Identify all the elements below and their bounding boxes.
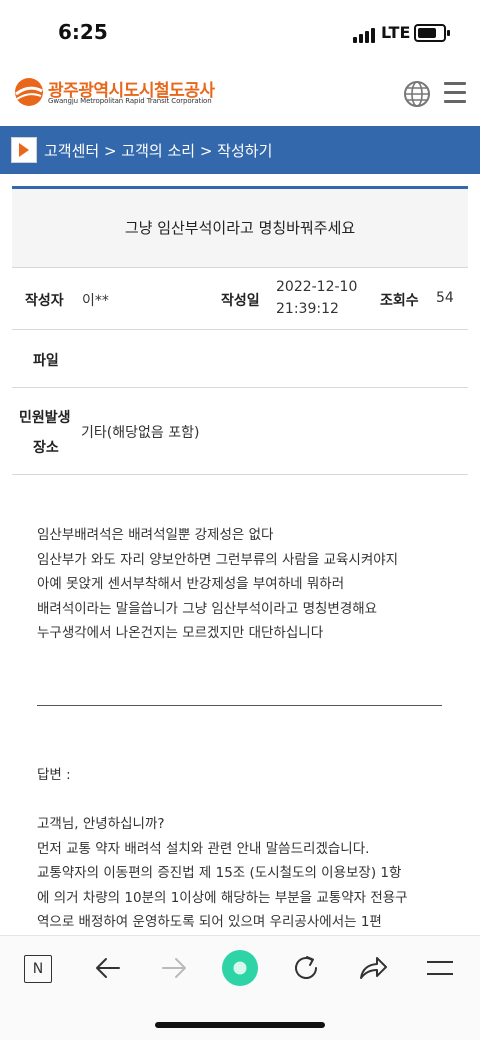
answer-line: 교통약자의 이동편의 증진법 제 15조 (도시철도의 이용보장) 1항	[37, 865, 402, 881]
status-bar: 6:25 LTE	[0, 0, 480, 62]
views-value: 54	[436, 290, 454, 306]
place-value: 기타(해당없음 포함)	[81, 425, 200, 441]
network-type: LTE	[381, 23, 411, 42]
status-time: 6:25	[58, 20, 108, 44]
body-line: 임산부배려석은 배려석일뿐 강제성은 없다	[37, 527, 274, 543]
breadcrumb-text[interactable]: 고객센터 > 고객의 소리 > 작성하기	[44, 140, 272, 161]
place-label-line1: 민원발생	[19, 410, 71, 426]
divider	[37, 705, 442, 706]
refresh-icon[interactable]	[291, 951, 321, 985]
author-value: 이**	[82, 293, 109, 309]
file-row: 파일	[12, 330, 468, 388]
date-label: 작성일	[221, 293, 260, 309]
answer-line: 에 의거 차량의 10분의 1이상에 해당하는 부분을 교통약자 전용구	[37, 889, 408, 906]
signal-icon	[353, 24, 377, 43]
share-icon[interactable]	[357, 951, 389, 985]
home-indicator[interactable]	[155, 1022, 325, 1028]
globe-icon[interactable]	[403, 80, 431, 108]
logo-subtext: Gwangju Metropolitan Rapid Transit Corpo…	[48, 97, 212, 105]
answer-line: 역으로 배정하여 운영하도록 되어 있으며 우리공사에서는 1편	[37, 914, 382, 930]
hamburger-menu-icon[interactable]	[444, 82, 466, 104]
forward-arrow-icon[interactable]	[159, 951, 189, 985]
date-value: 2022-12-10	[276, 279, 358, 295]
file-label: 파일	[33, 353, 59, 369]
post-title-box: 그냥 임산부석이라고 명칭바꿔주세요	[12, 186, 468, 268]
body-line: 임산부가 와도 자리 양보안하면 그런부류의 사람을 교육시켜야지	[37, 551, 399, 568]
n-button[interactable]: N	[24, 955, 52, 983]
battery-icon	[414, 24, 450, 42]
post-title: 그냥 임산부석이라고 명칭바꿔주세요	[124, 219, 356, 237]
menu-icon[interactable]	[425, 951, 455, 985]
breadcrumb: 고객센터 > 고객의 소리 > 작성하기	[0, 126, 480, 174]
site-header: 광주광역시도시철도공사 Gwangju Metropolitan Rapid T…	[0, 62, 480, 126]
answer-line: 고객님, 안녕하십니까?	[37, 816, 165, 832]
body-line: 아예 못앉게 센서부착해서 반강제성을 부여하네 뭐하러	[37, 576, 345, 592]
place-label-line2: 장소	[33, 440, 59, 456]
answer-section: 답변 : 고객님, 안녕하십니까? 먼저 교통 약자 배려석 설치와 관련 안내…	[37, 763, 457, 935]
body-line: 누구생각에서 나온건지는 모르겠지만 대단하십니다	[37, 625, 324, 641]
home-circle-icon[interactable]	[220, 948, 260, 988]
post-meta-row: 작성자 이** 작성일 2022-12-10 21:39:12 조회수 54	[12, 266, 468, 330]
place-row: 민원발생 장소 기타(해당없음 포함)	[12, 388, 468, 475]
body-line: 배려석이라는 말을씁니가 그냥 임산부석이라고 명칭변경해요	[37, 600, 378, 617]
post-body: 임산부배려석은 배려석일뿐 강제성은 없다 임산부가 와도 자리 양보안하면 그…	[37, 523, 457, 646]
play-arrow-icon	[11, 137, 37, 163]
views-label: 조회수	[380, 293, 419, 309]
logo-icon[interactable]	[14, 77, 44, 107]
time-value: 21:39:12	[276, 301, 339, 317]
answer-label: 답변 :	[37, 767, 71, 783]
author-label: 작성자	[25, 293, 64, 309]
answer-line: 먼저 교통 약자 배려석 설치와 관련 안내 말씀드리겠습니다.	[37, 840, 370, 857]
back-arrow-icon[interactable]	[93, 951, 123, 985]
